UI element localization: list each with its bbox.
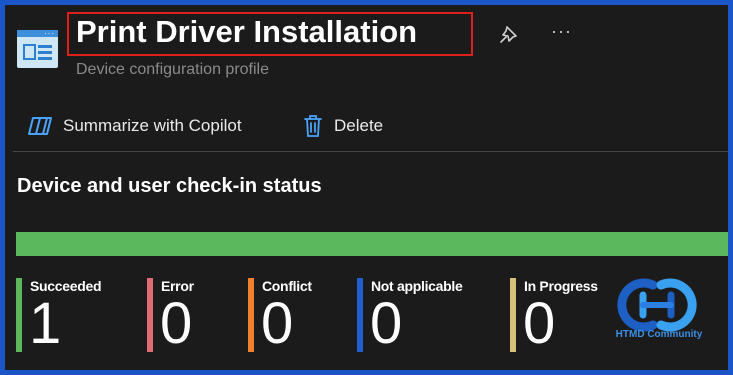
- stat-value: 0: [370, 291, 403, 356]
- stat-accent: [510, 278, 516, 352]
- stat-value: 0: [523, 291, 556, 356]
- page-subtitle: Device configuration profile: [76, 61, 269, 78]
- page-title: Print Driver Installation: [76, 14, 418, 49]
- stat-value: 1: [29, 291, 62, 356]
- checkin-status-bar: [16, 232, 728, 256]
- copilot-icon: [28, 117, 52, 135]
- profile-icon: ···: [17, 30, 58, 68]
- summarize-with-copilot-button[interactable]: Summarize with Copilot: [27, 113, 242, 139]
- stat-value: 0: [160, 291, 193, 356]
- profile-blade: ··· Print Driver Installation ··· Device…: [5, 5, 728, 370]
- status-section-title: Device and user check-in status: [17, 175, 322, 197]
- stat-accent: [357, 278, 363, 352]
- stat-accent: [147, 278, 153, 352]
- pin-icon[interactable]: [498, 23, 520, 45]
- stat-value: 0: [261, 291, 294, 356]
- stat-accent: [16, 278, 22, 352]
- checkin-status-bar-fill: [16, 232, 728, 256]
- toolbar-divider: [13, 151, 728, 152]
- stat-accent: [248, 278, 254, 352]
- summarize-label: Summarize with Copilot: [63, 116, 242, 135]
- htmd-community-text: HTMD Community: [615, 329, 703, 340]
- more-options-icon[interactable]: ···: [551, 21, 572, 42]
- delete-button[interactable]: Delete: [302, 113, 383, 139]
- delete-label: Delete: [334, 116, 384, 135]
- trash-icon: [304, 115, 322, 137]
